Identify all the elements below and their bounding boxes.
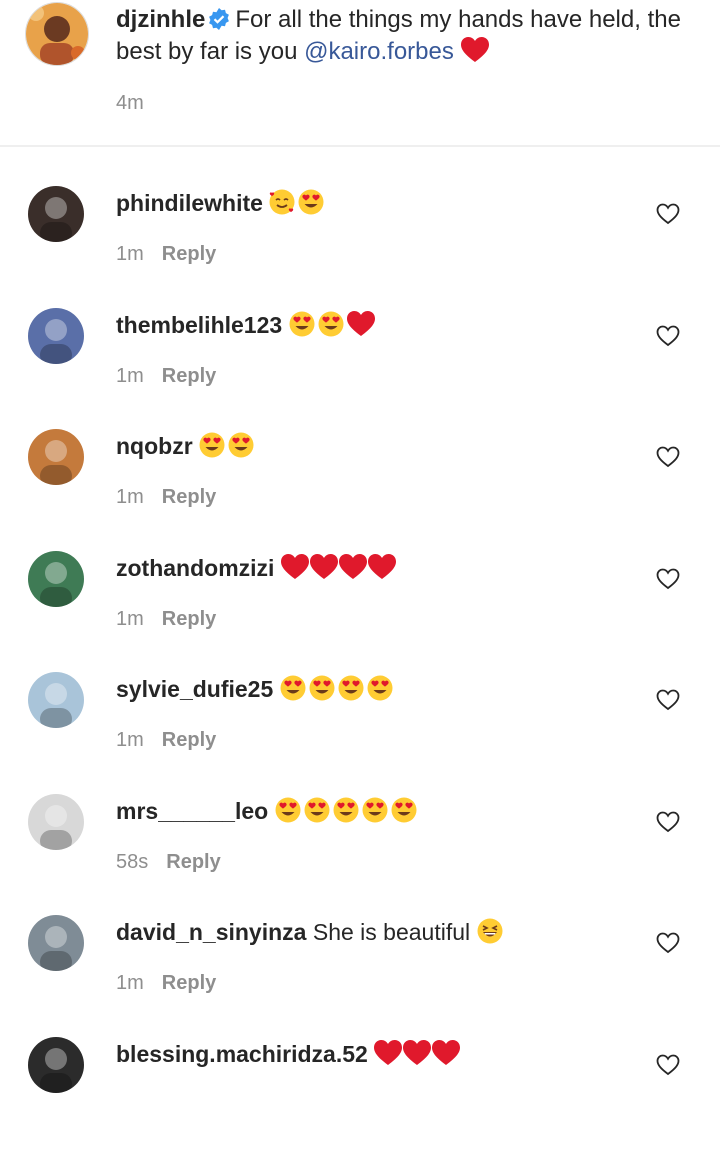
- comment-username[interactable]: sylvie_dufie25: [116, 676, 273, 702]
- comment-meta: 1m Reply: [116, 729, 216, 752]
- heart-eyes-icon: [280, 675, 306, 701]
- like-heart-icon[interactable]: [656, 567, 680, 591]
- like-heart-icon[interactable]: [656, 931, 680, 955]
- comment-meta: 1m Reply: [116, 972, 216, 995]
- comment-avatar[interactable]: [28, 429, 84, 485]
- comment-row: blessing.machiridza.52: [0, 1037, 720, 1159]
- like-heart-icon[interactable]: [656, 324, 680, 348]
- red-heart-icon: [367, 554, 396, 580]
- comment-username[interactable]: thembelihle123: [116, 312, 282, 338]
- comment-timestamp: 1m: [116, 729, 144, 751]
- comment-row: david_n_sinyinza She is beautiful 1m Repl…: [0, 915, 720, 1037]
- comment-meta: 1m Reply: [116, 486, 216, 509]
- comment-text: thembelihle123: [116, 310, 376, 340]
- post-caption: djzinhle For all the things my hands have…: [0, 0, 720, 147]
- heart-eyes-icon: [318, 311, 344, 337]
- grinning-squinting-icon: [477, 918, 503, 944]
- smiling-face-with-hearts-icon: [269, 189, 295, 215]
- comment-row: nqobzr 1m Reply: [0, 429, 720, 551]
- comment-row: zothandomzizi 1m Reply: [0, 551, 720, 673]
- comment-avatar[interactable]: [28, 308, 84, 364]
- comment-timestamp: 1m: [116, 486, 144, 508]
- comment-timestamp: 58s: [116, 851, 149, 873]
- comment-timestamp: 1m: [116, 608, 144, 630]
- reply-button[interactable]: Reply: [162, 365, 216, 387]
- comment-row: sylvie_dufie25 1m Reply: [0, 672, 720, 794]
- comment-avatar[interactable]: [28, 551, 84, 607]
- heart-eyes-icon: [228, 432, 254, 458]
- verified-badge-icon: [207, 7, 231, 31]
- comment-username[interactable]: phindilewhite: [116, 190, 263, 216]
- like-heart-icon[interactable]: [656, 1053, 680, 1077]
- comment-row: phindilewhite 1m Reply: [0, 186, 720, 308]
- red-heart-icon: [460, 37, 489, 63]
- like-heart-icon[interactable]: [656, 810, 680, 834]
- reply-button[interactable]: Reply: [162, 729, 216, 751]
- caption-username[interactable]: djzinhle: [116, 6, 205, 33]
- heart-eyes-icon: [333, 797, 359, 823]
- comment-timestamp: 1m: [116, 972, 144, 994]
- comment-text: mrs______leo: [116, 796, 420, 826]
- caption-text: djzinhle For all the things my hands have…: [116, 4, 696, 68]
- comment-text: blessing.machiridza.52: [116, 1039, 461, 1069]
- heart-eyes-icon: [304, 797, 330, 823]
- heart-eyes-icon: [298, 189, 324, 215]
- comment-text: david_n_sinyinza She is beautiful: [116, 917, 506, 947]
- comment-meta: 1m Reply: [116, 608, 216, 631]
- comment-text: zothandomzizi: [116, 553, 397, 583]
- caption-mention[interactable]: @kairo.forbes: [304, 38, 454, 65]
- comment-avatar[interactable]: [28, 915, 84, 971]
- reply-button[interactable]: Reply: [162, 486, 216, 508]
- comment-username[interactable]: nqobzr: [116, 433, 193, 459]
- heart-eyes-icon: [391, 797, 417, 823]
- heart-eyes-icon: [199, 432, 225, 458]
- comment-text: phindilewhite: [116, 188, 327, 218]
- heart-eyes-icon: [309, 675, 335, 701]
- comment-meta: 1m Reply: [116, 365, 216, 388]
- comment-username[interactable]: blessing.machiridza.52: [116, 1041, 368, 1067]
- red-heart-icon: [432, 1040, 461, 1066]
- reply-button[interactable]: Reply: [162, 972, 216, 994]
- heart-eyes-icon: [367, 675, 393, 701]
- comment-username[interactable]: zothandomzizi: [116, 555, 274, 581]
- like-heart-icon[interactable]: [656, 445, 680, 469]
- like-heart-icon[interactable]: [656, 688, 680, 712]
- reply-button[interactable]: Reply: [166, 851, 220, 873]
- red-heart-icon: [374, 1040, 403, 1066]
- comment-username[interactable]: david_n_sinyinza: [116, 919, 306, 945]
- comment-avatar[interactable]: [28, 1037, 84, 1093]
- like-heart-icon[interactable]: [656, 202, 680, 226]
- comment-text: sylvie_dufie25: [116, 674, 396, 704]
- comment-row: thembelihle123 1m Reply: [0, 308, 720, 430]
- comment-body: She is beautiful: [312, 919, 471, 945]
- red-heart-icon: [346, 311, 375, 337]
- comment-avatar[interactable]: [28, 794, 84, 850]
- caption-timestamp: 4m: [116, 92, 144, 114]
- caption-avatar[interactable]: [25, 2, 89, 66]
- red-heart-icon: [309, 554, 338, 580]
- heart-eyes-icon: [275, 797, 301, 823]
- comment-timestamp: 1m: [116, 243, 144, 265]
- reply-button[interactable]: Reply: [162, 608, 216, 630]
- comment-meta: 58s Reply: [116, 851, 221, 874]
- red-heart-icon: [403, 1040, 432, 1066]
- heart-eyes-icon: [362, 797, 388, 823]
- comment-text: nqobzr: [116, 431, 257, 461]
- comment-username[interactable]: mrs______leo: [116, 798, 268, 824]
- comment-timestamp: 1m: [116, 365, 144, 387]
- comment-row: mrs______leo 58s Reply: [0, 794, 720, 916]
- comment-avatar[interactable]: [28, 672, 84, 728]
- red-heart-icon: [280, 554, 309, 580]
- reply-button[interactable]: Reply: [162, 243, 216, 265]
- comment-avatar[interactable]: [28, 186, 84, 242]
- red-heart-icon: [338, 554, 367, 580]
- heart-eyes-icon: [289, 311, 315, 337]
- heart-eyes-icon: [338, 675, 364, 701]
- comment-meta: 1m Reply: [116, 243, 216, 266]
